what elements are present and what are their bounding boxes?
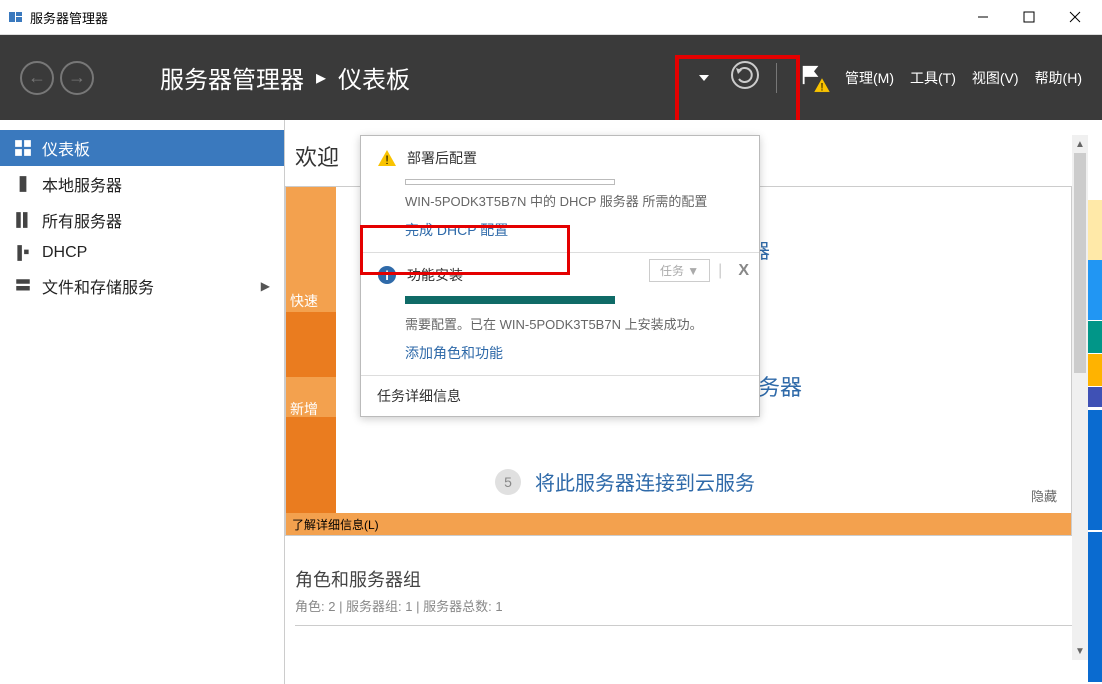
divider (295, 625, 1072, 626)
sidebar-item-label: 文件和存储服务 (42, 274, 154, 298)
nav-forward-button[interactable]: → (60, 61, 94, 95)
svg-text:!: ! (385, 153, 388, 167)
svg-text:!: ! (821, 81, 824, 93)
scroll-down-button[interactable]: ▼ (1072, 642, 1088, 660)
notifications-popup: ! 部署后配置 WIN-5PODK3T5B7N 中的 DHCP 服务器 所需的配… (360, 135, 760, 417)
sidebar-item-label: 本地服务器 (42, 172, 122, 196)
step-number: 5 (495, 469, 521, 495)
desktop-tile (1088, 354, 1102, 386)
desktop-tile (1088, 321, 1102, 353)
warning-icon: ! (377, 148, 397, 173)
chevron-right-icon: ▶ (261, 279, 270, 293)
progress-bar-filled (405, 296, 615, 304)
scroll-thumb[interactable] (1074, 153, 1086, 373)
servers-icon (14, 211, 32, 229)
menu-help[interactable]: 帮助(H) (1035, 68, 1082, 88)
task-details-link[interactable]: 任务详细信息 (361, 376, 759, 416)
sidebar: 仪表板 本地服务器 所有服务器 DHCP 文件和存储服务 ▶ (0, 120, 285, 684)
refresh-button[interactable] (730, 60, 760, 95)
notification-desc: 需要配置。已在 WIN-5PODK3T5B7N 上安装成功。 (405, 314, 743, 333)
quick-label: 快速 (290, 291, 318, 311)
desktop-tile (1088, 387, 1102, 407)
notification-title: 部署后配置 (407, 148, 477, 168)
roles-section: 角色和服务器组 角色: 2 | 服务器组: 1 | 服务器总数: 1 (285, 566, 1102, 626)
sidebar-item-label: DHCP (42, 244, 87, 262)
menu-view[interactable]: 视图(V) (972, 68, 1019, 88)
dashboard-icon (14, 139, 32, 157)
nav-back-button[interactable]: ← (20, 61, 54, 95)
task-dropdown-button[interactable]: 任务 ▼ (649, 259, 710, 282)
close-notification-button[interactable]: X (738, 262, 749, 280)
dhcp-icon (14, 244, 32, 262)
warning-badge-icon: ! (813, 76, 831, 99)
storage-icon (14, 277, 32, 295)
step-5-row[interactable]: 5 将此服务器连接到云服务 (495, 467, 755, 496)
chevron-right-icon: ▸ (316, 65, 326, 90)
sidebar-item-file-storage[interactable]: 文件和存储服务 ▶ (0, 268, 284, 304)
header-bar: ← → 服务器管理器 ▸ 仪表板 ! 管理(M) 工具(T) 视图(V) 帮助(… (0, 35, 1102, 120)
breadcrumb-root[interactable]: 服务器管理器 (160, 60, 304, 95)
desktop-tile (1088, 260, 1102, 320)
sidebar-item-dhcp[interactable]: DHCP (0, 238, 284, 268)
sidebar-item-local-server[interactable]: 本地服务器 (0, 166, 284, 202)
desktop-tile (1088, 532, 1102, 682)
notification-title: 功能安装 (407, 265, 463, 285)
new-label: 新增 (290, 399, 318, 419)
hide-link[interactable]: 隐藏 (1031, 486, 1057, 505)
breadcrumb-leaf: 仪表板 (338, 60, 410, 95)
minimize-button[interactable] (976, 10, 990, 24)
progress-bar-empty (405, 179, 615, 185)
svg-text:i: i (385, 268, 389, 283)
scroll-up-button[interactable]: ▲ (1072, 135, 1088, 153)
maximize-button[interactable] (1022, 10, 1036, 24)
sidebar-item-label: 仪表板 (42, 136, 90, 160)
desktop-tile (1088, 410, 1102, 530)
server-icon (14, 175, 32, 193)
notification-item-2: 任务 ▼ | X i 功能安装 需要配置。已在 WIN-5PODK3T5B7N … (361, 253, 759, 376)
menu-tools[interactable]: 工具(T) (910, 68, 956, 88)
window-titlebar: 服务器管理器 (0, 0, 1102, 35)
window-title: 服务器管理器 (30, 8, 108, 27)
vertical-scrollbar[interactable]: ▲ ▼ (1072, 135, 1088, 660)
roles-title: 角色和服务器组 (295, 566, 1102, 592)
menu-manage[interactable]: 管理(M) (845, 68, 894, 88)
app-icon (8, 9, 24, 25)
desktop-tile (1088, 200, 1102, 260)
sidebar-item-label: 所有服务器 (42, 208, 122, 232)
roles-subtitle: 角色: 2 | 服务器组: 1 | 服务器总数: 1 (295, 596, 1102, 615)
close-button[interactable] (1068, 10, 1082, 24)
sidebar-item-all-servers[interactable]: 所有服务器 (0, 202, 284, 238)
sidebar-item-dashboard[interactable]: 仪表板 (0, 130, 284, 166)
notification-desc: WIN-5PODK3T5B7N 中的 DHCP 服务器 所需的配置 (405, 191, 743, 210)
divider (776, 63, 777, 93)
breadcrumb: 服务器管理器 ▸ 仪表板 (160, 60, 410, 95)
info-icon: i (377, 265, 397, 290)
complete-dhcp-link[interactable]: 完成 DHCP 配置 (405, 220, 508, 240)
step-text: 将此服务器连接到云服务 (535, 467, 755, 496)
notification-item-1: ! 部署后配置 WIN-5PODK3T5B7N 中的 DHCP 服务器 所需的配… (361, 136, 759, 253)
add-roles-link[interactable]: 添加角色和功能 (405, 343, 503, 363)
dropdown-button[interactable] (694, 68, 714, 88)
notifications-button[interactable]: ! (793, 59, 829, 97)
learn-more-link[interactable]: 了解详细信息(L) (286, 514, 385, 535)
